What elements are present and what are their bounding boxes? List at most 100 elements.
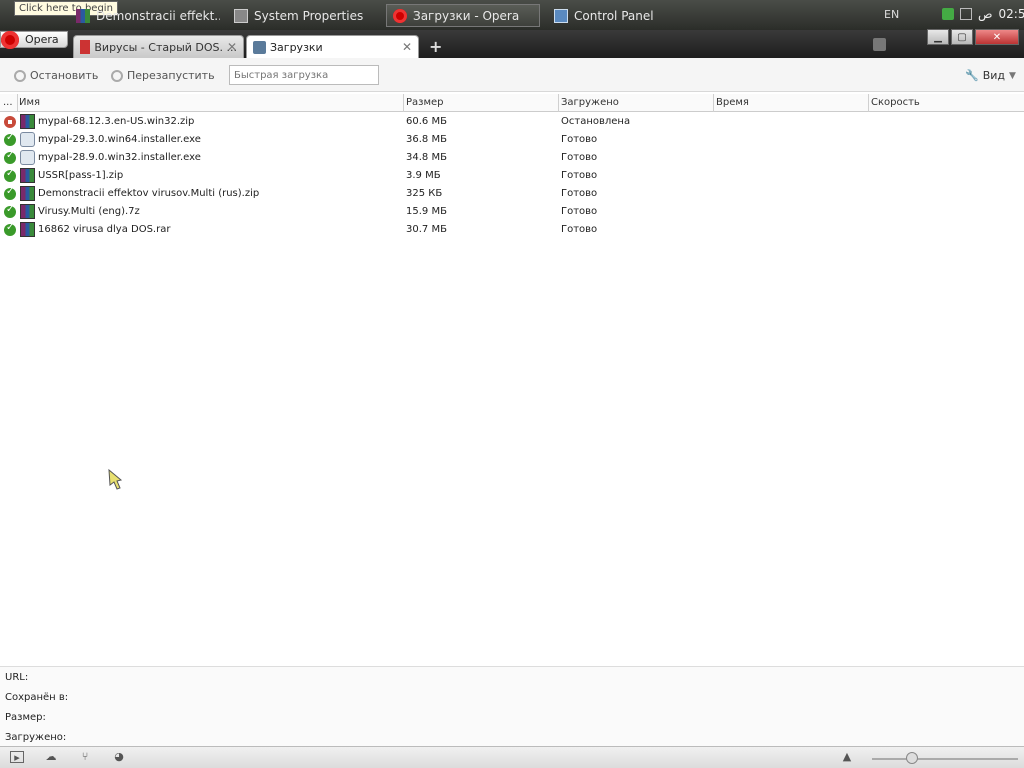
tab-downloads[interactable]: Загрузки ✕	[246, 35, 419, 59]
file-name: Demonstracii effektov virusov.Multi (rus…	[38, 188, 260, 199]
opera-menu-label: Opera	[25, 33, 59, 46]
table-row[interactable]: mypal-68.12.3.en-US.win32.zip 60.6 МБ Ос…	[0, 113, 1024, 131]
file-name: mypal-68.12.3.en-US.win32.zip	[38, 116, 195, 127]
column-divider[interactable]	[713, 94, 714, 112]
close-window-button[interactable]: ✕	[975, 29, 1019, 45]
stopped-status-icon	[4, 116, 16, 128]
task-label: System Properties	[254, 8, 364, 23]
share-icon[interactable]: ⑂	[78, 751, 92, 763]
task-demonstracii[interactable]: Demonstracii effekt...	[70, 4, 220, 27]
table-row[interactable]: USSR[pass-1].zip 3.9 МБ Готово	[0, 167, 1024, 185]
network-icon[interactable]	[942, 8, 954, 20]
done-status-icon	[4, 204, 16, 218]
col-name[interactable]: Имя	[19, 97, 40, 108]
view-label: Вид	[982, 69, 1006, 82]
file-size: 36.8 МБ	[406, 134, 447, 145]
control-panel-icon	[554, 8, 568, 23]
col-size[interactable]: Размер	[406, 97, 444, 108]
cloud-icon[interactable]: ☁	[44, 751, 58, 763]
file-name: 16862 virusa dlya DOS.rar	[38, 224, 171, 235]
mouse-cursor-icon	[108, 468, 123, 490]
column-divider[interactable]	[403, 94, 404, 112]
computer-icon	[234, 8, 248, 23]
table-row[interactable]: mypal-29.3.0.win64.installer.exe 36.8 МБ…	[0, 131, 1024, 149]
file-loaded: Остановлена	[561, 116, 631, 127]
archive-icon	[20, 168, 35, 183]
archive-icon	[20, 114, 35, 129]
file-loaded: Готово	[561, 134, 598, 145]
stop-button[interactable]: Остановить	[14, 69, 98, 82]
column-divider[interactable]	[558, 94, 559, 112]
panel-toggle-icon[interactable]: ▸	[10, 751, 24, 764]
file-name: mypal-29.3.0.win64.installer.exe	[38, 134, 201, 145]
maximize-button[interactable]: ▢	[951, 29, 973, 45]
view-button[interactable]: 🔧 Вид ▼	[965, 69, 1016, 82]
file-size: 3.9 МБ	[406, 170, 441, 181]
table-row[interactable]: 16862 virusa dlya DOS.rar 30.7 МБ Готово	[0, 221, 1024, 239]
installer-icon	[20, 132, 35, 147]
zoom-slider[interactable]	[872, 758, 1018, 760]
file-size: 60.6 МБ	[406, 116, 447, 127]
task-label: Demonstracii effekt...	[96, 8, 220, 23]
table-row[interactable]: mypal-28.9.0.win32.installer.exe 34.8 МБ…	[0, 149, 1024, 167]
close-tab-icon[interactable]: ✕	[402, 40, 412, 54]
done-status-icon	[4, 222, 16, 236]
tab-viruses[interactable]: Вирусы - Старый DOS. ... ✕	[73, 35, 244, 58]
file-size: 30.7 МБ	[406, 224, 447, 235]
file-name: Virusy.Multi (eng).7z	[38, 206, 140, 217]
file-size: 325 КБ	[406, 188, 443, 199]
trash-icon[interactable]	[873, 38, 886, 51]
close-tab-icon[interactable]: ✕	[227, 40, 237, 54]
done-status-icon	[4, 150, 16, 164]
col-time[interactable]: Время	[716, 97, 749, 108]
quick-download-input[interactable]	[229, 65, 379, 85]
monitor-icon[interactable]	[960, 8, 972, 20]
column-divider[interactable]	[868, 94, 869, 112]
new-tab-button[interactable]: +	[429, 37, 442, 56]
col-speed[interactable]: Скорость	[871, 97, 920, 108]
language-indicator[interactable]: EN	[884, 8, 899, 21]
taskbar: Click here to begin Demonstracii effekt.…	[0, 0, 1024, 30]
col-status[interactable]: ...	[3, 97, 13, 108]
file-loaded: Готово	[561, 206, 598, 217]
clock-prefix: ص	[978, 7, 993, 21]
zoom-slider-handle[interactable]	[906, 752, 918, 764]
speed-dial-icon[interactable]: ◕	[112, 751, 126, 763]
table-header: ... Имя Размер Загружено Время Скорость	[0, 94, 1024, 112]
clock-time: 02:53	[998, 7, 1024, 21]
saved-to-label: Сохранён в:	[5, 692, 69, 703]
task-system-properties[interactable]: System Properties	[228, 4, 378, 27]
table-row[interactable]: Demonstracii effektov virusov.Multi (rus…	[0, 185, 1024, 203]
restart-button[interactable]: Перезапустить	[111, 69, 215, 82]
wrench-icon: 🔧	[965, 69, 979, 82]
file-loaded: Готово	[561, 170, 598, 181]
downloads-list: mypal-68.12.3.en-US.win32.zip 60.6 МБ Ос…	[0, 113, 1024, 239]
arrow-up-icon[interactable]: ▲	[840, 751, 854, 763]
task-label: Загрузки - Opera	[413, 8, 520, 23]
col-loaded[interactable]: Загружено	[561, 97, 619, 108]
restart-icon	[111, 69, 123, 82]
file-name: USSR[pass-1].zip	[38, 170, 124, 181]
tray-clock[interactable]: ص 02:53	[942, 7, 1024, 21]
task-control-panel[interactable]: Control Panel	[548, 4, 698, 27]
downloads-icon	[253, 41, 266, 54]
table-row[interactable]: Virusy.Multi (eng).7z 15.9 МБ Готово	[0, 203, 1024, 221]
details-pane: URL: Сохранён в: Размер: Загружено:	[0, 666, 1024, 746]
archive-icon	[20, 204, 35, 219]
minimize-button[interactable]: ▁	[927, 29, 949, 45]
task-opera[interactable]: Загрузки - Opera	[386, 4, 540, 27]
installer-icon	[20, 150, 35, 165]
archive-icon	[76, 8, 90, 23]
tab-label: Вирусы - Старый DOS. ...	[94, 40, 237, 54]
downloads-toolbar: Остановить Перезапустить 🔧 Вид ▼	[0, 58, 1024, 92]
file-loaded: Готово	[561, 152, 598, 163]
chevron-down-icon: ▼	[1009, 70, 1016, 81]
archive-icon	[20, 222, 35, 237]
opera-menu-button[interactable]: Opera	[0, 30, 68, 49]
restart-label: Перезапустить	[127, 69, 215, 82]
column-divider[interactable]	[17, 94, 18, 112]
loaded-label: Загружено:	[5, 732, 67, 743]
stop-label: Остановить	[30, 69, 99, 82]
file-loaded: Готово	[561, 224, 598, 235]
done-status-icon	[4, 168, 16, 182]
